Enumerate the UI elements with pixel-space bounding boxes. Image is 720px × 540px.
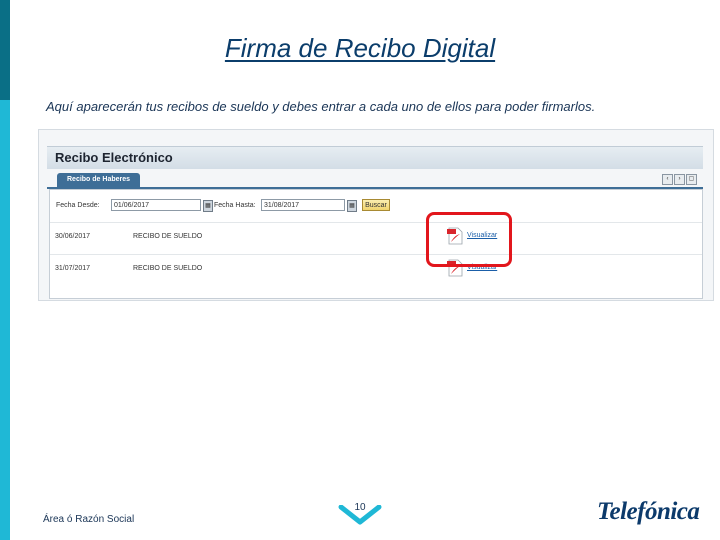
tab-bar: Recibo de Haberes ‹ › ▢ — [47, 173, 703, 189]
receipts-panel: Fecha Desde: 01/06/2017 ▦ Fecha Hasta: 3… — [49, 189, 703, 299]
receipt-date: 30/06/2017 — [55, 233, 91, 240]
app-screenshot: Recibo Electrónico Recibo de Haberes ‹ ›… — [38, 129, 714, 301]
highlight-circle — [426, 212, 512, 267]
slide-title: Firma de Recibo Digital — [224, 33, 496, 63]
receipt-concept: RECIBO DE SUELDO — [133, 265, 203, 272]
app-header-title: Recibo Electrónico — [55, 150, 173, 165]
left-accent-bar — [0, 0, 10, 540]
to-calendar-icon[interactable]: ▦ — [347, 200, 357, 212]
telefonica-logo: Telefónica — [597, 498, 700, 525]
table-row: 30/06/2017 RECIBO DE SUELDO Visualizar — [50, 222, 702, 253]
receipt-concept: RECIBO DE SUELDO — [133, 233, 203, 240]
search-button[interactable]: Buscar — [362, 199, 390, 211]
app-header: Recibo Electrónico — [47, 146, 703, 169]
from-date-field[interactable]: 01/06/2017 — [111, 199, 201, 211]
date-filter: Fecha Desde: 01/06/2017 ▦ Fecha Hasta: 3… — [56, 199, 396, 213]
from-date-label: Fecha Desde: — [56, 202, 100, 209]
prev-button[interactable]: ‹ — [662, 174, 673, 185]
intro-text: Aquí aparecerán tus recibos de sueldo y … — [46, 99, 596, 114]
table-row: 31/07/2017 RECIBO DE SUELDO Visualizar — [50, 254, 702, 285]
to-date-field[interactable]: 31/08/2017 — [261, 199, 345, 211]
maximize-button[interactable]: ▢ — [686, 174, 697, 185]
page-number: 10 — [354, 502, 366, 513]
receipt-date: 31/07/2017 — [55, 265, 91, 272]
from-calendar-icon[interactable]: ▦ — [203, 200, 213, 212]
window-buttons: ‹ › ▢ — [662, 174, 697, 185]
tab-recibo-de-haberes[interactable]: Recibo de Haberes — [57, 173, 141, 187]
to-date-label: Fecha Hasta: — [214, 202, 256, 209]
next-button[interactable]: › — [674, 174, 685, 185]
footer-organization: Área ó Razón Social — [43, 514, 135, 525]
